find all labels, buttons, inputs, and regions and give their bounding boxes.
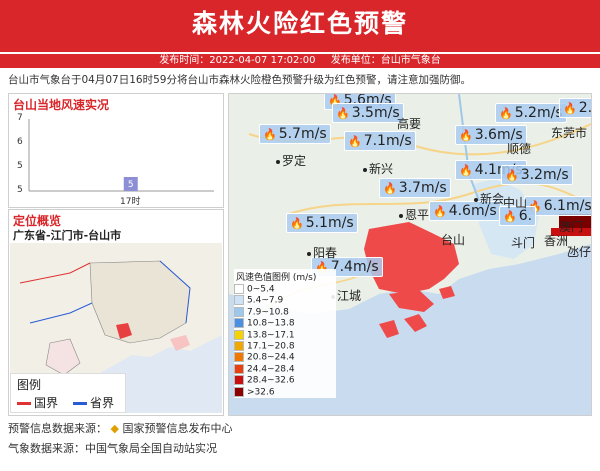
- location-address: 广东省-江门市-台山市: [13, 227, 121, 243]
- fire-icon: 🔥: [336, 107, 350, 120]
- city-label: 新会: [474, 190, 504, 207]
- publish-issuer: 发布单位：台山市气象台: [331, 55, 441, 66]
- scale-item: 17.1~20.8: [234, 341, 336, 352]
- scale-item: 28.4~32.6: [234, 375, 336, 386]
- scale-label: 10.8~13.8: [247, 319, 295, 329]
- wind-speed-label: 🔥3.5m/s: [332, 103, 404, 123]
- map-legend: 图例 国界 省界: [10, 373, 126, 413]
- page-title: 森林火险红色预警: [0, 4, 600, 40]
- city-label: 顺德: [507, 140, 531, 157]
- scale-item: >32.6: [234, 387, 336, 398]
- scale-label: 13.8~17.1: [247, 330, 295, 340]
- fire-icon: 🔥: [563, 102, 577, 115]
- wind-chart: 5: [9, 94, 223, 207]
- scale-title: 风速色值图例 (m/s): [234, 269, 336, 284]
- wind-speed-label: 🔥7.1m/s: [344, 131, 416, 151]
- fire-icon: 🔥: [263, 128, 277, 141]
- scale-swatch: [234, 307, 244, 317]
- scale-swatch: [234, 352, 244, 362]
- scale-item: 7.9~10.8: [234, 307, 336, 318]
- fire-icon: 🔥: [499, 107, 513, 120]
- city-label: 阳春: [307, 244, 337, 261]
- legend-provincial-border: 省界: [73, 394, 114, 411]
- scale-item: 24.4~28.4: [234, 364, 336, 375]
- legend-national-border: 国界: [17, 394, 58, 411]
- city-label: 新兴: [363, 160, 393, 177]
- city-label: 斗门: [511, 234, 535, 251]
- scale-swatch: [234, 284, 244, 294]
- fire-icon: 🔥: [505, 169, 519, 182]
- scale-swatch: [234, 387, 244, 397]
- scale-swatch: [234, 330, 244, 340]
- publish-meta: 发布时间：2022-04-07 17:02:00 发布单位：台山市气象台: [0, 54, 600, 68]
- city-label: 恩平: [399, 206, 429, 223]
- scale-item: 5.4~7.9: [234, 295, 336, 306]
- x-tick-label: 17时: [120, 194, 140, 207]
- city-label: 台山: [441, 231, 465, 248]
- scale-item: 0~5.4: [234, 284, 336, 295]
- scale-swatch: [234, 295, 244, 305]
- warning-notice: 台山市气象台于04月07日16时59分将台山市森林火险橙色预警升级为红色预警，请…: [8, 72, 598, 87]
- scale-swatch: [234, 318, 244, 328]
- alert-source: 预警信息数据来源： ◆ 国家预警信息发布中心: [8, 420, 232, 436]
- fire-icon: 🔥: [290, 217, 304, 230]
- scale-label: 5.4~7.9: [247, 296, 283, 306]
- scale-swatch: [234, 364, 244, 374]
- fire-icon: 🔥: [348, 135, 362, 148]
- fire-icon: 🔥: [459, 129, 473, 142]
- fire-icon: 🔥: [433, 205, 447, 218]
- city-label: 东莞市: [551, 124, 587, 141]
- wind-speed-label: 🔥5.1m/s: [286, 213, 358, 233]
- scale-label: 7.9~10.8: [247, 307, 289, 317]
- wind-speed-panel: 台山当地风速实况 7 6 5 5 5 17时: [8, 93, 224, 208]
- wind-speed-label: 🔥5.7m/s: [259, 124, 331, 144]
- scale-label: 28.4~32.6: [247, 376, 295, 386]
- scale-swatch: [234, 341, 244, 351]
- city-label: 中山: [503, 194, 527, 211]
- wind-speed-label: 🔥3.2m/s: [501, 165, 573, 185]
- legend-title: 图例: [17, 376, 41, 393]
- scale-label: 17.1~20.8: [247, 341, 295, 351]
- wind-color-scale: 风速色值图例 (m/s) 0~5.45.4~7.97.9~10.8 10.8~13…: [234, 269, 336, 398]
- fire-icon: 🔥: [459, 164, 473, 177]
- wind-speed-label: 🔥5.2m/s: [495, 103, 567, 123]
- weather-source: 气象数据来源：中国气象局全国自动站实况: [8, 440, 217, 456]
- fire-icon: 🔥: [383, 182, 397, 195]
- alert-source-link[interactable]: 国家预警信息发布中心: [122, 422, 232, 435]
- scale-label: 24.4~28.4: [247, 364, 295, 374]
- wind-speed-label: 🔥2.8: [559, 98, 592, 118]
- wind-speed-label: 🔥3.7m/s: [379, 178, 451, 198]
- publish-time: 发布时间：2022-04-07 17:02:00: [159, 55, 315, 66]
- city-label: 氹仔: [567, 243, 591, 260]
- fire-icon: 🔥: [503, 210, 517, 223]
- provincial-border-swatch: [73, 402, 87, 405]
- scale-swatch: [234, 375, 244, 385]
- scale-item: 10.8~13.8: [234, 318, 336, 329]
- city-label: 澳门: [559, 218, 583, 235]
- scale-label: 0~5.4: [247, 285, 275, 295]
- city-label: 罗定: [276, 152, 306, 169]
- national-border-swatch: [17, 402, 31, 405]
- scale-label: >32.6: [247, 387, 275, 397]
- scale-item: 13.8~17.1: [234, 330, 336, 341]
- header-banner: 森林火险红色预警: [0, 0, 600, 52]
- scale-label: 20.8~24.4: [247, 353, 295, 363]
- bar-value-label: 5: [128, 180, 134, 190]
- scale-item: 20.8~24.4: [234, 352, 336, 363]
- city-label: 高要: [397, 115, 421, 132]
- diamond-logo-icon: ◆: [111, 422, 119, 435]
